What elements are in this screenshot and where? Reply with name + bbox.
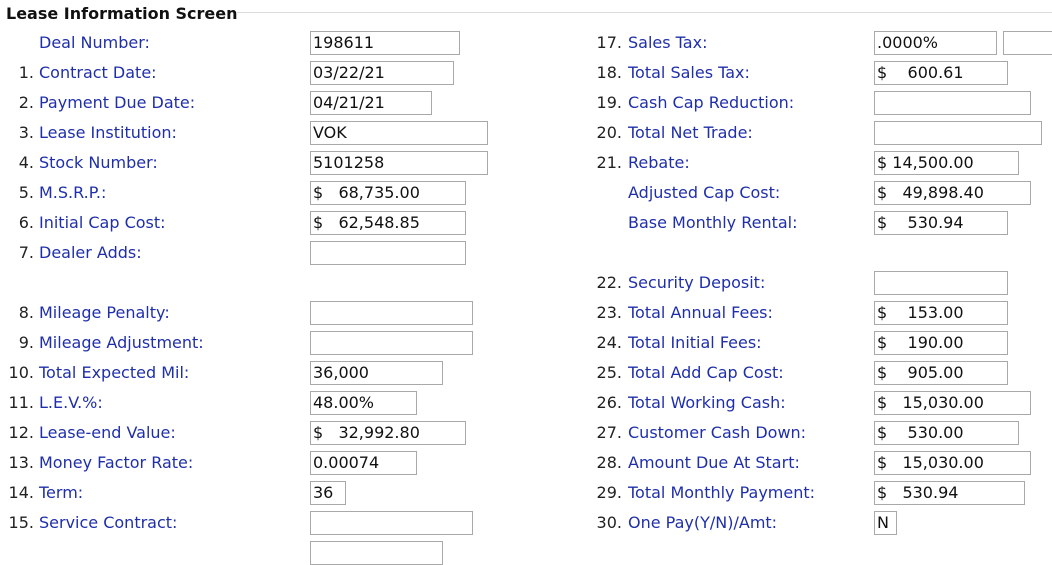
row-number: 9. (18, 333, 34, 352)
initial-cap-cost-field[interactable]: $ 62,548.85 (310, 211, 466, 235)
title-divider (236, 12, 1052, 13)
amount-due-at-start-label: Amount Due At Start: (628, 453, 800, 472)
page-title: Lease Information Screen (6, 4, 238, 23)
lev-percent-field[interactable]: 48.00% (310, 391, 417, 415)
dealer-adds-label: Dealer Adds: (39, 243, 142, 262)
total-working-cash-label: Total Working Cash: (628, 393, 786, 412)
row-number: 3. (18, 123, 34, 142)
term-label: Term: (39, 483, 84, 502)
total-net-trade-field[interactable] (874, 121, 1042, 145)
dealer-adds-field[interactable] (310, 241, 466, 265)
row-number: 4. (18, 153, 34, 172)
sales-tax-label: Sales Tax: (628, 33, 708, 52)
row-number: 2. (18, 93, 34, 112)
msrp-field[interactable]: $ 68,735.00 (310, 181, 466, 205)
row-number: 10. (8, 363, 34, 382)
total-initial-fees-label: Total Initial Fees: (628, 333, 762, 352)
deal-number-label: Deal Number: (39, 33, 150, 52)
lease-institution-label: Lease Institution: (39, 123, 177, 142)
adjusted-cap-cost-field[interactable]: $ 49,898.40 (874, 181, 1031, 205)
mileage-penalty-field[interactable] (310, 301, 473, 325)
payment-due-date-label: Payment Due Date: (39, 93, 196, 112)
service-contract-field[interactable] (310, 511, 473, 535)
security-deposit-label: Security Deposit: (628, 273, 766, 292)
rebate-label: Rebate: (628, 153, 690, 172)
mileage-penalty-label: Mileage Penalty: (39, 303, 170, 322)
money-factor-rate-label: Money Factor Rate: (39, 453, 194, 472)
row-number: 27. (596, 423, 622, 442)
stock-number-field[interactable]: 5101258 (310, 151, 488, 175)
total-add-cap-cost-field[interactable]: $ 905.00 (874, 361, 1008, 385)
total-initial-fees-field[interactable]: $ 190.00 (874, 331, 1008, 355)
row-number: 5. (18, 183, 34, 202)
initial-cap-cost-label: Initial Cap Cost: (39, 213, 166, 232)
total-monthly-payment-label: Total Monthly Payment: (628, 483, 816, 502)
total-expected-mil-label: Total Expected Mil: (39, 363, 190, 382)
row-number: 11. (8, 393, 34, 412)
sales-tax-extra-field[interactable] (1003, 31, 1052, 55)
total-expected-mil-field[interactable]: 36,000 (310, 361, 443, 385)
row-number: 12. (8, 423, 34, 442)
base-monthly-rental-field[interactable]: $ 530.94 (874, 211, 1008, 235)
total-monthly-payment-field[interactable]: $ 530.94 (874, 481, 1025, 505)
row-number: 19. (596, 93, 622, 112)
total-net-trade-label: Total Net Trade: (628, 123, 753, 142)
next-row-field[interactable] (310, 541, 443, 565)
amount-due-at-start-field[interactable]: $ 15,030.00 (874, 451, 1031, 475)
deal-number-field[interactable]: 198611 (310, 31, 460, 55)
row-number: 17. (596, 33, 622, 52)
customer-cash-down-field[interactable]: $ 530.00 (874, 421, 1019, 445)
row-number: 26. (596, 393, 622, 412)
contract-date-label: Contract Date: (39, 63, 157, 82)
base-monthly-rental-label: Base Monthly Rental: (628, 213, 798, 232)
row-number: 29. (596, 483, 622, 502)
row-number: 18. (596, 63, 622, 82)
row-number: 1. (18, 63, 34, 82)
one-pay-field[interactable]: N (874, 511, 897, 535)
adjusted-cap-cost-label: Adjusted Cap Cost: (628, 183, 781, 202)
total-working-cash-field[interactable]: $ 15,030.00 (874, 391, 1031, 415)
msrp-label: M.S.R.P.: (39, 183, 107, 202)
row-number: 13. (8, 453, 34, 472)
rebate-field[interactable]: $ 14,500.00 (874, 151, 1019, 175)
row-number: 28. (596, 453, 622, 472)
row-number: 25. (596, 363, 622, 382)
row-number: 15. (8, 513, 34, 532)
term-field[interactable]: 36 (310, 481, 346, 505)
row-number: 22. (596, 273, 622, 292)
lease-end-value-field[interactable]: $ 32,992.80 (310, 421, 466, 445)
row-number: 8. (18, 303, 34, 322)
customer-cash-down-label: Customer Cash Down: (628, 423, 807, 442)
service-contract-label: Service Contract: (39, 513, 178, 532)
lease-end-value-label: Lease-end Value: (39, 423, 176, 442)
row-number: 23. (596, 303, 622, 322)
row-number: 6. (18, 213, 34, 232)
total-annual-fees-field[interactable]: $ 153.00 (874, 301, 1008, 325)
payment-due-date-field[interactable]: 04/21/21 (310, 91, 432, 115)
row-number: 7. (18, 243, 34, 262)
cash-cap-reduction-label: Cash Cap Reduction: (628, 93, 795, 112)
row-number: 21. (596, 153, 622, 172)
one-pay-label: One Pay(Y/N)/Amt: (628, 513, 778, 532)
row-number: 30. (596, 513, 622, 532)
sales-tax-field[interactable]: .0000% (874, 31, 997, 55)
row-number: 24. (596, 333, 622, 352)
total-sales-tax-field[interactable]: $ 600.61 (874, 61, 1008, 85)
security-deposit-field[interactable] (874, 271, 1008, 295)
lease-institution-field[interactable]: VOK (310, 121, 488, 145)
money-factor-rate-field[interactable]: 0.00074 (310, 451, 417, 475)
total-sales-tax-label: Total Sales Tax: (628, 63, 750, 82)
total-annual-fees-label: Total Annual Fees: (628, 303, 773, 322)
mileage-adjustment-field[interactable] (310, 331, 473, 355)
total-add-cap-cost-label: Total Add Cap Cost: (628, 363, 784, 382)
row-number: 20. (596, 123, 622, 142)
lev-percent-label: L.E.V.%: (39, 393, 103, 412)
row-number: 14. (8, 483, 34, 502)
mileage-adjustment-label: Mileage Adjustment: (39, 333, 204, 352)
cash-cap-reduction-field[interactable] (874, 91, 1031, 115)
contract-date-field[interactable]: 03/22/21 (310, 61, 454, 85)
stock-number-label: Stock Number: (39, 153, 158, 172)
